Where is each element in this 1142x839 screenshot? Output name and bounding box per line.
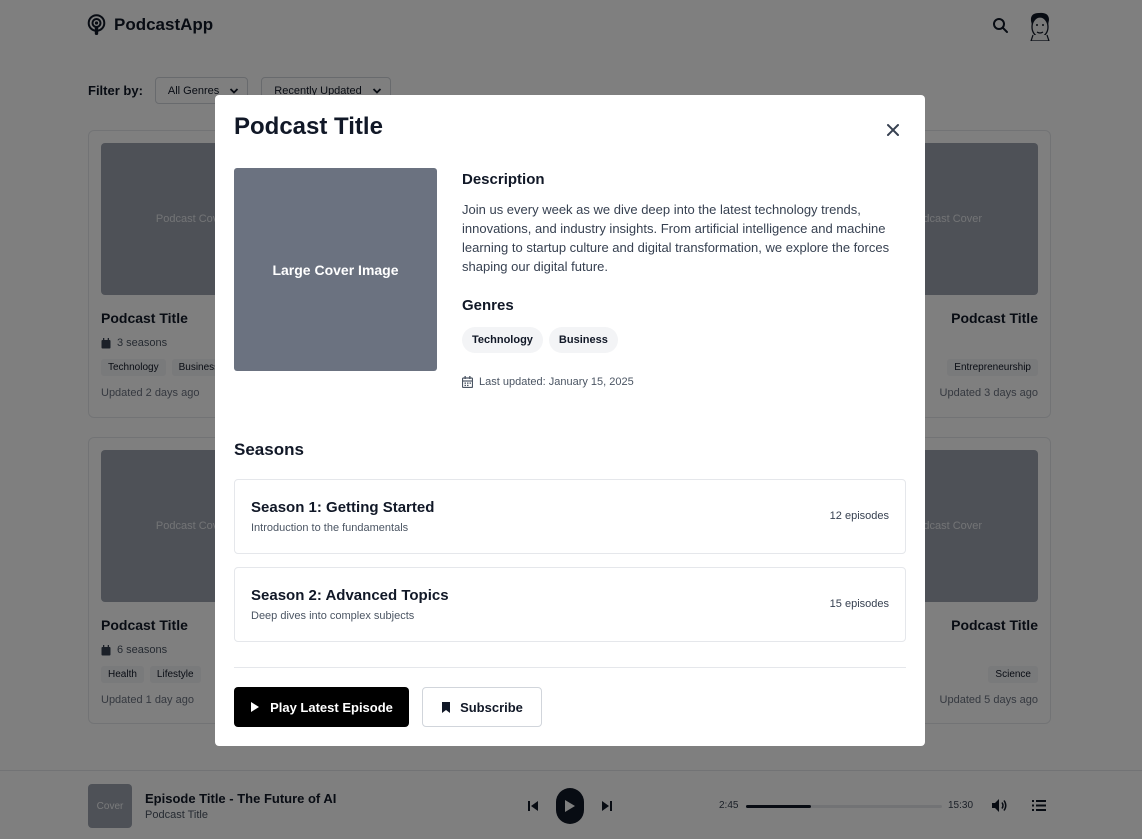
podcast-detail-modal: Podcast Title Large Cover Image Descript…: [215, 95, 925, 746]
season-item[interactable]: Season 2: Advanced Topics Deep dives int…: [234, 567, 906, 642]
genre-tag: Technology: [462, 327, 543, 353]
last-updated-text: Last updated: January 15, 2025: [479, 376, 634, 388]
genre-tags: Technology Business: [462, 327, 618, 353]
description-heading: Description: [462, 171, 545, 188]
large-cover-image: Large Cover Image: [234, 168, 437, 371]
description-text: Join us every week as we dive deep into …: [462, 202, 890, 274]
subscribe-button[interactable]: Subscribe: [422, 687, 542, 727]
episode-count: 12 episodes: [829, 510, 889, 522]
episode-count: 15 episodes: [829, 598, 889, 610]
play-icon: [251, 702, 260, 712]
close-icon[interactable]: [886, 123, 900, 137]
season-subtitle: Deep dives into complex subjects: [251, 610, 415, 622]
season-subtitle: Introduction to the fundamentals: [251, 522, 409, 534]
genres-heading: Genres: [462, 297, 514, 314]
season-item[interactable]: Season 1: Getting Started Introduction t…: [234, 479, 906, 554]
bookmark-icon: [442, 701, 451, 713]
season-title: Season 2: Advanced Topics: [251, 587, 449, 604]
season-title: Season 1: Getting Started: [251, 499, 435, 516]
seasons-heading: Seasons: [234, 440, 304, 459]
calendar-icon: [462, 376, 473, 388]
genre-tag: Business: [548, 327, 618, 353]
modal-title: Podcast Title: [234, 113, 383, 140]
play-latest-episode-button[interactable]: Play Latest Episode: [234, 687, 409, 727]
divider: [234, 667, 906, 668]
last-updated: Last updated: January 15, 2025: [462, 376, 634, 388]
